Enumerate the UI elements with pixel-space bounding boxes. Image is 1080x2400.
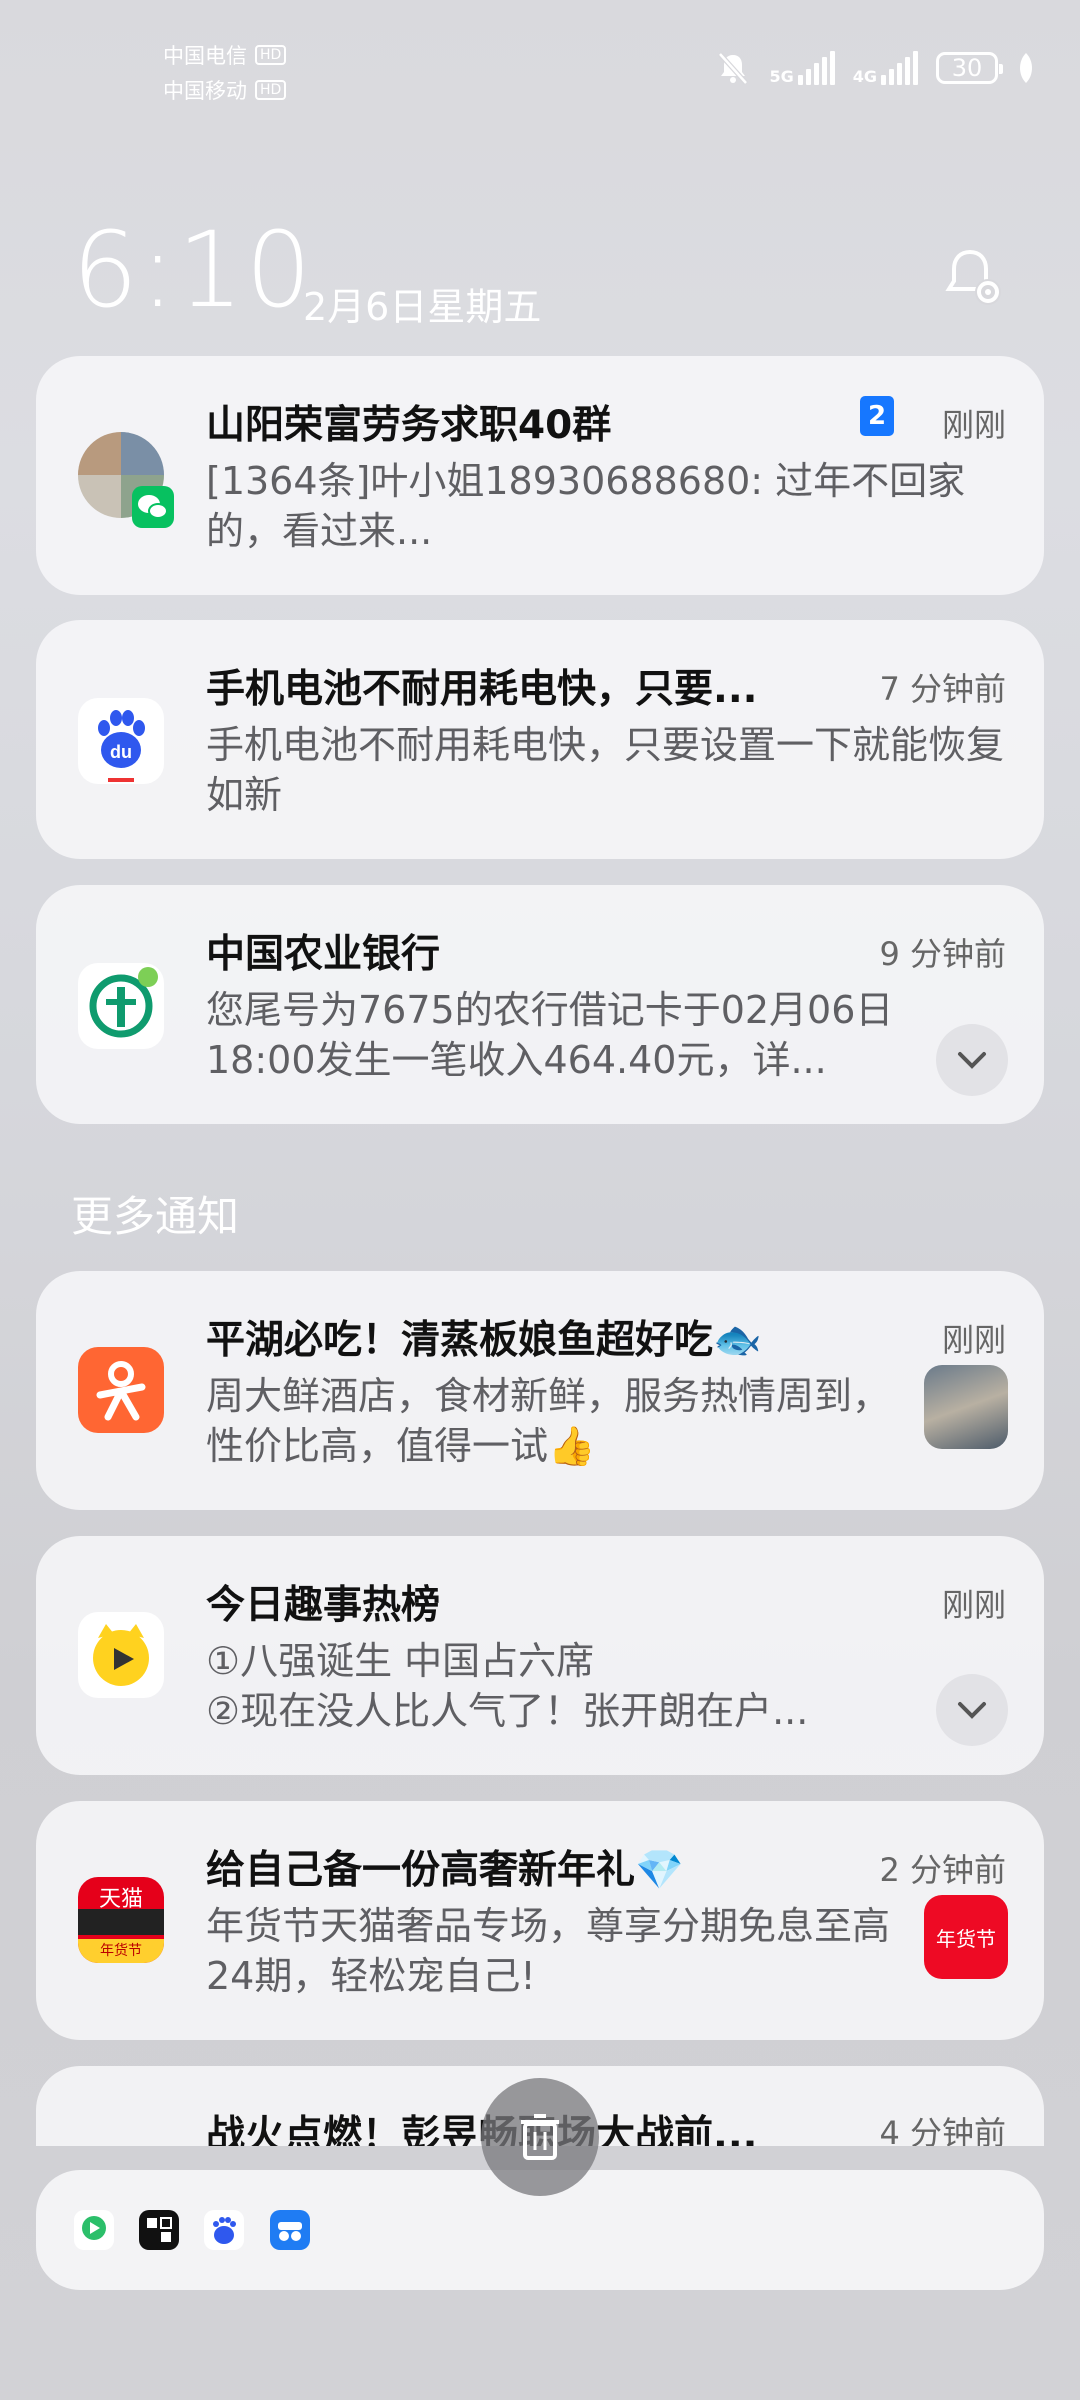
notification-time: 4 分钟前 [879, 2114, 1006, 2146]
clock-time: 6:10 [72, 209, 314, 331]
clear-all-button[interactable] [481, 2078, 599, 2196]
trash-icon [521, 2114, 559, 2160]
notification-time: 9 分钟前 [879, 935, 1006, 973]
notification-time: 7 分钟前 [879, 670, 1006, 708]
notification-title: 给自己备一份高奢新年礼💎 [206, 1848, 684, 1893]
carrier-2: 中国移动 HD [163, 75, 287, 105]
notification-title: 中国农业银行 [206, 932, 441, 977]
status-icons: 5G 4G 30 [715, 50, 1036, 86]
badge-icon: 2 [860, 396, 894, 436]
notification-title: 山阳荣富劳务求职40群 [206, 403, 612, 448]
notification-wechat-group[interactable]: 山阳荣富劳务求职40群 2 刚刚 [1364条]叶小姐18930688680: … [36, 356, 1044, 595]
notification-baidu[interactable]: du 手机电池不耐用耗电快，只要... 7 分钟前 手机电池不耐用耗电快，只要设… [36, 620, 1044, 859]
autohome-app-icon[interactable] [270, 2210, 310, 2250]
signal-bars-icon [881, 51, 918, 85]
notification-time: 刚刚 [941, 1321, 1006, 1359]
carrier-1-label: 中国电信 [163, 44, 247, 68]
chevron-down-icon [958, 1702, 986, 1719]
notification-body: 周大鲜酒店，食材新鲜，服务热情周到，性价比高，值得一试👍 [206, 1374, 891, 1468]
hd-badge: HD [255, 80, 287, 100]
expand-button[interactable] [936, 1024, 1008, 1096]
notification-body: 手机电池不耐用耗电快，只要设置一下就能恢复如新 [206, 723, 1005, 817]
leaf-icon [1020, 53, 1032, 83]
svg-text:du: du [110, 742, 132, 762]
restaurant-thumbnail [924, 1365, 1008, 1449]
notification-body: 您尾号为7675的农行借记卡于02月06日18:00发生一笔收入464.40元，… [206, 988, 894, 1082]
chevron-down-icon [958, 1052, 986, 1069]
notification-dianping[interactable]: 平湖必吃！清蒸板娘鱼超好吃🐟 刚刚 周大鲜酒店，食材新鲜，服务热情周到，性价比高… [36, 1271, 1044, 1510]
notification-time: 刚刚 [941, 406, 1006, 444]
4g-label: 4G [852, 67, 877, 86]
wechat-icon [132, 486, 174, 528]
notification-body: [1364条]叶小姐18930688680: 过年不回家的，看过来... [206, 459, 966, 553]
tmall-icon-sub: 年货节 [78, 1939, 164, 1963]
tmall-promo-thumbnail: 年货节 [924, 1895, 1008, 1979]
expand-button[interactable] [936, 1674, 1008, 1746]
5g-label: 5G [769, 67, 794, 86]
notification-title: 今日趣事热榜 [206, 1583, 441, 1628]
battery-icon: 30 [936, 52, 1003, 84]
notification-time: 刚刚 [941, 1586, 1006, 1624]
signal-4g: 4G [853, 51, 918, 85]
carrier-2-label: 中国移动 [163, 79, 247, 103]
signal-5g: 5G [769, 51, 835, 86]
notification-time: 2 分钟前 [879, 1851, 1006, 1889]
bell-muted-icon [718, 52, 749, 85]
more-notifications-label: 更多通知 [71, 1192, 240, 1241]
notification-title: 手机电池不耐用耗电快，只要... [206, 667, 758, 712]
abc-bank-icon [78, 963, 164, 1049]
notification-abc-bank[interactable]: 中国农业银行 9 分钟前 您尾号为7675的农行借记卡于02月06日18:00发… [36, 885, 1044, 1124]
signal-bars-icon [797, 51, 835, 85]
notification-tmall[interactable]: 天猫 年货节 给自己备一份高奢新年礼💎 2 分钟前 年货节天猫奢品专场，尊享分期… [36, 1801, 1044, 2040]
hd-badge: HD [255, 45, 287, 65]
battery-level: 30 [951, 54, 983, 82]
notification-body: 年货节天猫奢品专场，尊享分期免息至高24期，轻松宠自己! [206, 1904, 891, 1998]
notification-settings-icon[interactable] [938, 244, 1008, 314]
baidu-small-icon[interactable] [204, 2210, 244, 2250]
dianping-icon [78, 1347, 164, 1433]
video-app-icon[interactable] [74, 2210, 114, 2250]
clock-date: 2月6日星期五 [303, 285, 542, 329]
qr-app-icon[interactable] [139, 2210, 179, 2250]
notification-funny-news[interactable]: 今日趣事热榜 刚刚 ①八强诞生 中国占六席 ②现在没人比人气了！张开朗在户... [36, 1536, 1044, 1775]
notification-body: ①八强诞生 中国占六席 ②现在没人比人气了！张开朗在户... [206, 1639, 809, 1733]
tmall-icon: 天猫 年货节 [78, 1877, 164, 1963]
baidu-icon: du [78, 698, 164, 784]
funny-news-icon [78, 1612, 164, 1698]
carrier-1: 中国电信 HD [163, 40, 287, 70]
notification-title: 平湖必吃！清蒸板娘鱼超好吃🐟 [206, 1318, 762, 1363]
